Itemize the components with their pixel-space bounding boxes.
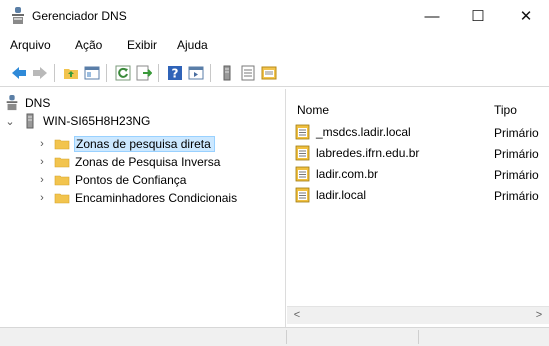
status-divider bbox=[418, 330, 419, 344]
tree-item-label: Zonas de pesquisa direta bbox=[74, 136, 215, 152]
svg-text:?: ? bbox=[172, 67, 179, 81]
window-title: Gerenciador DNS bbox=[32, 9, 127, 23]
console-view-icon[interactable] bbox=[188, 65, 204, 81]
tree-item-label: Pontos de Confiança bbox=[75, 173, 187, 187]
list-item[interactable]: ladir.local bbox=[295, 186, 366, 204]
zone-name: labredes.ifrn.edu.br bbox=[316, 146, 420, 160]
menu-acao[interactable]: Ação bbox=[75, 38, 102, 52]
minimize-button[interactable]: — bbox=[409, 0, 455, 32]
zone-type: Primário bbox=[494, 147, 539, 161]
tree-item-reverse-zones[interactable]: › Zonas de Pesquisa Inversa bbox=[36, 153, 220, 171]
menu-ajuda[interactable]: Ajuda bbox=[177, 38, 208, 52]
tree-item-label: DNS bbox=[25, 96, 51, 110]
toolbar-separator bbox=[106, 64, 107, 82]
zone-name: _msdcs.ladir.local bbox=[316, 125, 411, 139]
folder-icon bbox=[54, 175, 70, 186]
toolbar: ? bbox=[0, 58, 549, 87]
scroll-right-arrow-icon[interactable]: > bbox=[531, 308, 547, 323]
menu-bar: Arquivo Ação Exibir Ajuda bbox=[0, 34, 549, 54]
tree-item-conditional-forwarders[interactable]: › Encaminhadores Condicionais bbox=[36, 189, 237, 207]
folder-icon bbox=[54, 157, 70, 168]
tree-item-label: Zonas de Pesquisa Inversa bbox=[75, 155, 221, 169]
horizontal-scrollbar[interactable]: < > bbox=[287, 306, 549, 324]
list-view-icon[interactable] bbox=[240, 65, 256, 81]
scroll-left-arrow-icon[interactable]: < bbox=[289, 308, 305, 323]
zone-file-icon bbox=[295, 124, 310, 140]
maximize-button[interactable]: ☐ bbox=[455, 0, 501, 32]
chevron-right-icon[interactable]: › bbox=[36, 138, 48, 150]
list-item[interactable]: labredes.ifrn.edu.br bbox=[295, 144, 419, 162]
results-list: Nome Tipo _msdcs.ladir.local Primário la… bbox=[287, 89, 549, 327]
properties-icon[interactable] bbox=[261, 65, 277, 81]
zone-type: Primário bbox=[494, 189, 539, 203]
chevron-right-icon[interactable]: › bbox=[36, 156, 48, 168]
folder-icon bbox=[54, 139, 70, 150]
status-bar bbox=[0, 327, 549, 346]
status-divider bbox=[286, 330, 287, 344]
server-icon bbox=[26, 113, 34, 129]
toolbar-separator bbox=[158, 64, 159, 82]
console-tree: DNS ⌄ WIN-SI65H8H23NG › Zonas de pesquis… bbox=[0, 89, 286, 327]
list-item[interactable]: ladir.com.br bbox=[295, 165, 378, 183]
help-icon[interactable]: ? bbox=[167, 65, 183, 81]
refresh-icon[interactable] bbox=[115, 65, 131, 81]
folder-icon bbox=[54, 193, 70, 204]
toolbar-separator bbox=[54, 64, 55, 82]
chevron-down-icon[interactable]: ⌄ bbox=[4, 115, 16, 128]
column-header-tipo[interactable]: Tipo bbox=[494, 103, 517, 117]
export-list-icon[interactable] bbox=[136, 65, 152, 81]
tree-item-label: WIN-SI65H8H23NG bbox=[43, 114, 151, 128]
tree-item-trust-points[interactable]: › Pontos de Confiança bbox=[36, 171, 186, 189]
dns-manager-icon bbox=[12, 7, 24, 24]
zone-type: Primário bbox=[494, 126, 539, 140]
menu-arquivo[interactable]: Arquivo bbox=[10, 38, 51, 52]
chevron-right-icon[interactable]: › bbox=[36, 192, 48, 204]
column-header-nome[interactable]: Nome bbox=[297, 103, 329, 117]
tree-item-forward-zones[interactable]: › Zonas de pesquisa direta bbox=[36, 135, 215, 153]
menu-exibir[interactable]: Exibir bbox=[127, 38, 157, 52]
chevron-right-icon[interactable]: › bbox=[36, 174, 48, 186]
up-folder-icon[interactable] bbox=[63, 65, 79, 81]
title-bar: Gerenciador DNS — ☐ ✕ bbox=[0, 0, 549, 32]
zone-file-icon bbox=[295, 166, 310, 182]
show-hide-tree-icon[interactable] bbox=[84, 65, 100, 81]
tree-item-server[interactable]: ⌄ WIN-SI65H8H23NG bbox=[4, 112, 150, 130]
back-arrow-icon[interactable] bbox=[11, 65, 27, 81]
zone-file-icon bbox=[295, 145, 310, 161]
zone-name: ladir.local bbox=[316, 188, 367, 202]
list-item[interactable]: _msdcs.ladir.local bbox=[295, 123, 411, 141]
dns-manager-icon bbox=[6, 95, 18, 111]
tree-item-label: Encaminhadores Condicionais bbox=[75, 191, 238, 205]
zone-type: Primário bbox=[494, 168, 539, 182]
close-button[interactable]: ✕ bbox=[503, 0, 549, 32]
zone-file-icon bbox=[295, 187, 310, 203]
tree-item-dns-root[interactable]: DNS bbox=[4, 94, 50, 112]
toolbar-separator bbox=[210, 64, 211, 82]
forward-arrow-icon[interactable] bbox=[32, 65, 48, 81]
zone-name: ladir.com.br bbox=[316, 167, 379, 181]
server-icon[interactable] bbox=[219, 65, 235, 81]
